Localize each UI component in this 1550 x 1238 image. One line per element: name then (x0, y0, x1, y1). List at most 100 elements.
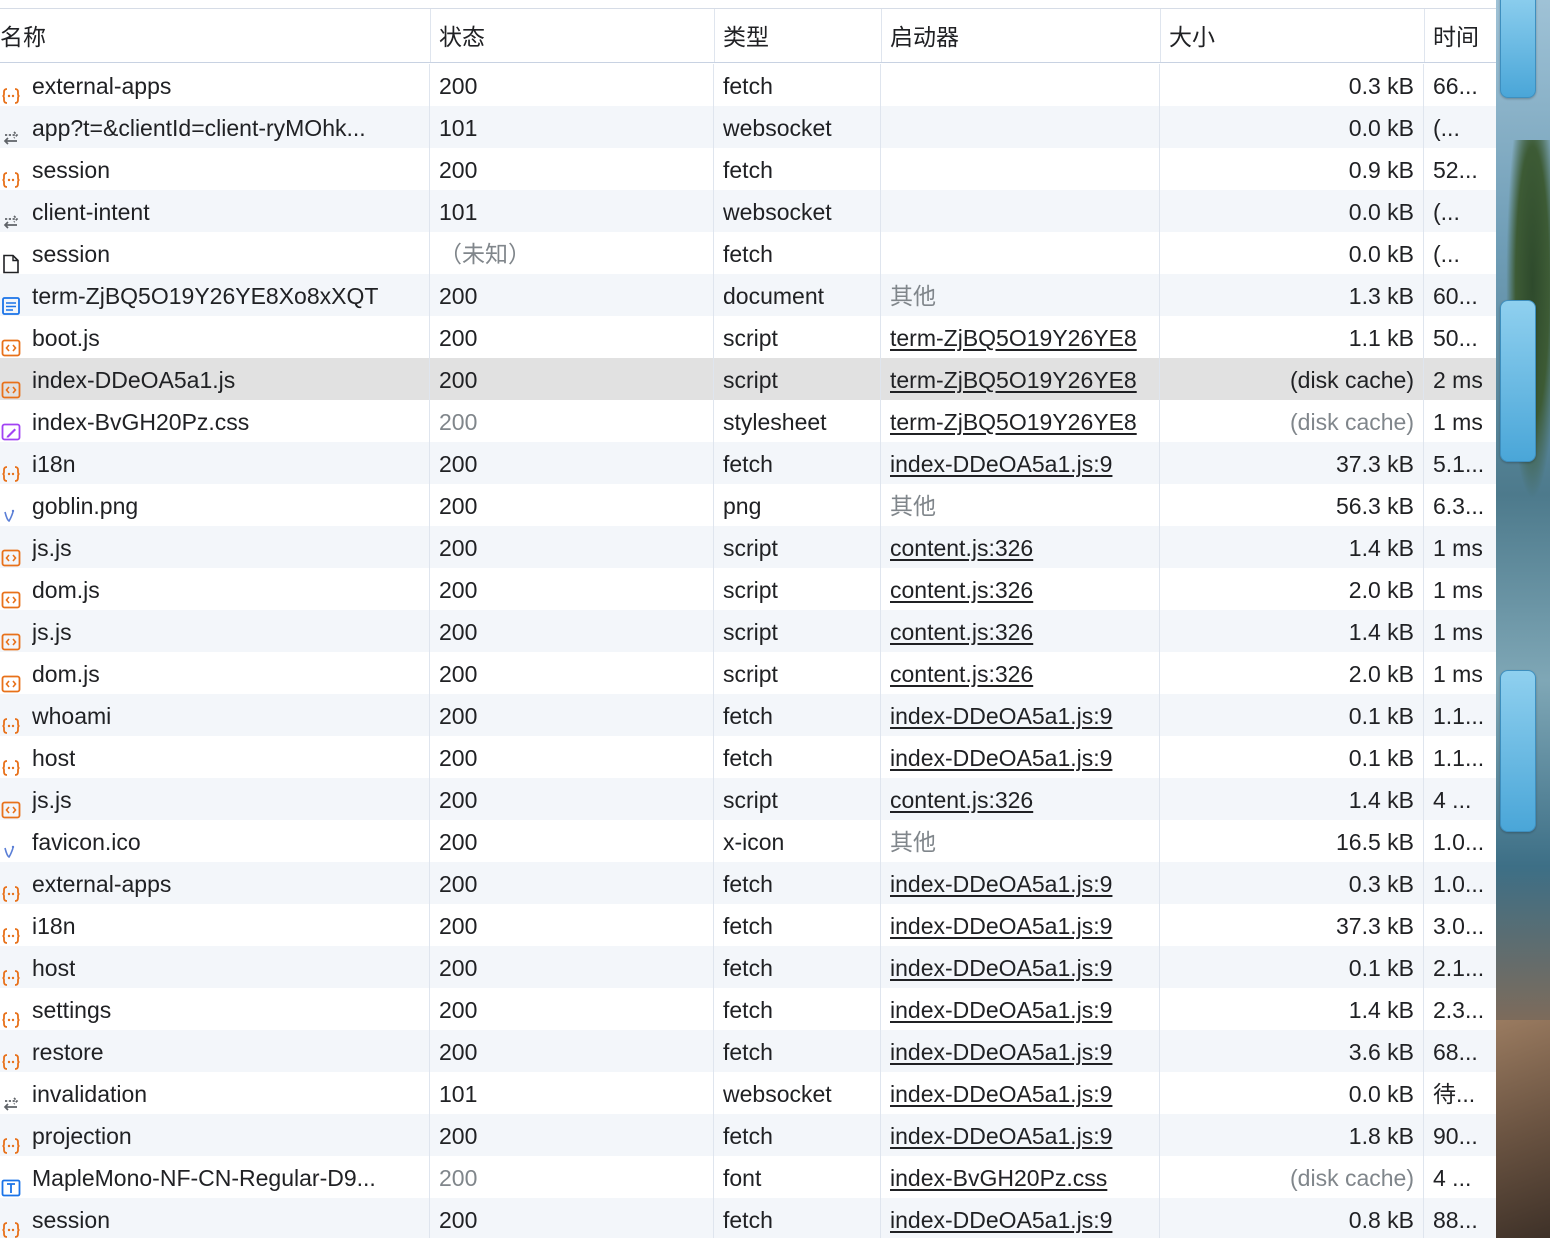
column-header-initiator[interactable]: 启动器 (882, 9, 1161, 62)
table-row[interactable]: dom.js 200 script content.js:326 2.0 kB 1 ms (0, 568, 1496, 610)
table-row[interactable]: invalidation 101 websocket index-DDeOA5a1.j… (0, 1072, 1496, 1114)
cell-name[interactable]: index-DDeOA5a1.js (0, 358, 428, 400)
table-row[interactable]: projection 200 fetch index-DDeOA5a1.js:9 1.8… (0, 1114, 1496, 1156)
cell-name[interactable]: app?t=&clientId=client-ryMOhk... (0, 106, 428, 148)
table-row[interactable]: whoami 200 fetch index-DDeOA5a1.js:9 0.1 kB 1… (0, 694, 1496, 736)
cell-name[interactable]: whoami (0, 694, 428, 736)
initiator-link[interactable]: index-DDeOA5a1.js:9 (890, 1039, 1112, 1065)
table-row[interactable]: external-apps 200 fetch 0.3 kB 66... (0, 64, 1496, 106)
initiator-link[interactable]: index-DDeOA5a1.js:9 (890, 871, 1112, 897)
table-row[interactable]: MapleMono-NF-CN-Regular-D9... 200 font inde… (0, 1156, 1496, 1198)
initiator-link[interactable]: index-DDeOA5a1.js:9 (890, 955, 1112, 981)
cell-name[interactable]: favicon.ico (0, 820, 428, 862)
initiator-link[interactable]: index-DDeOA5a1.js:9 (890, 1081, 1112, 1107)
initiator-link[interactable]: index-DDeOA5a1.js:9 (890, 451, 1112, 477)
table-row[interactable]: restore 200 fetch index-DDeOA5a1.js:9 3.6 kB… (0, 1030, 1496, 1072)
cell-name[interactable]: host (0, 946, 428, 988)
initiator-link[interactable]: content.js:326 (890, 535, 1033, 561)
initiator-link[interactable]: term-ZjBQ5O19Y26YE8 (890, 325, 1137, 351)
initiator-link[interactable]: index-DDeOA5a1.js:9 (890, 997, 1112, 1023)
request-name: client-intent (32, 199, 150, 225)
cell-name[interactable]: dom.js (0, 652, 428, 694)
table-row[interactable]: js.js 200 script content.js:326 1.4 kB 1 ms (0, 610, 1496, 652)
initiator-link[interactable]: term-ZjBQ5O19Y26YE8 (890, 367, 1137, 393)
initiator-link[interactable]: index-BvGH20Pz.css (890, 1165, 1107, 1191)
column-header-status[interactable]: 状态 (431, 9, 715, 62)
table-row[interactable]: session （未知） fetch 0.0 kB (... (0, 232, 1496, 274)
cell-name[interactable]: client-intent (0, 190, 428, 232)
table-row[interactable]: js.js 200 script content.js:326 1.4 kB 4 ... (0, 778, 1496, 820)
table-row[interactable]: goblin.png 200 png 其他 56.3 kB 6.3... (0, 484, 1496, 526)
table-row[interactable]: dom.js 200 script content.js:326 2.0 kB 1 ms (0, 652, 1496, 694)
cell-name[interactable]: settings (0, 988, 428, 1030)
cell-name[interactable]: invalidation (0, 1072, 428, 1114)
table-row[interactable]: external-apps 200 fetch index-DDeOA5a1.js:9… (0, 862, 1496, 904)
desktop-stack-tab[interactable] (1500, 670, 1536, 832)
table-row[interactable]: boot.js 200 script term-ZjBQ5O19Y26YE8 1.1 k… (0, 316, 1496, 358)
request-name: js.js (32, 535, 72, 561)
cell-name[interactable]: MapleMono-NF-CN-Regular-D9... (0, 1156, 428, 1198)
column-divider (1159, 736, 1160, 778)
column-divider (713, 736, 714, 778)
cell-type: fetch (723, 241, 773, 267)
cell-name[interactable]: restore (0, 1030, 428, 1072)
table-row[interactable]: index-DDeOA5a1.js 200 script term-ZjBQ5O19Y… (0, 358, 1496, 400)
cell-name[interactable]: js.js (0, 610, 428, 652)
cell-name[interactable]: session (0, 1198, 428, 1238)
table-row[interactable]: settings 200 fetch index-DDeOA5a1.js:9 1.4 k… (0, 988, 1496, 1030)
cell-name[interactable]: boot.js (0, 316, 428, 358)
cell-name[interactable]: external-apps (0, 862, 428, 904)
desktop-stack-tab[interactable] (1500, 0, 1536, 98)
table-row[interactable]: i18n 200 fetch index-DDeOA5a1.js:9 37.3 kB 5.… (0, 442, 1496, 484)
cell-name[interactable]: index-BvGH20Pz.css (0, 400, 428, 442)
column-header-size[interactable]: 大小 (1161, 9, 1425, 62)
table-row[interactable]: host 200 fetch index-DDeOA5a1.js:9 0.1 kB 1.1… (0, 736, 1496, 778)
table-row[interactable]: i18n 200 fetch index-DDeOA5a1.js:9 37.3 kB 3.… (0, 904, 1496, 946)
column-divider (1423, 190, 1424, 232)
column-header-name[interactable]: 名称 (0, 9, 431, 62)
initiator-link[interactable]: index-DDeOA5a1.js:9 (890, 703, 1112, 729)
cell-name[interactable]: i18n (0, 442, 428, 484)
initiator-link[interactable]: content.js:326 (890, 787, 1033, 813)
initiator-link[interactable]: content.js:326 (890, 577, 1033, 603)
table-row[interactable]: host 200 fetch index-DDeOA5a1.js:9 0.1 kB 2.1… (0, 946, 1496, 988)
initiator-link[interactable]: content.js:326 (890, 619, 1033, 645)
column-header-type[interactable]: 类型 (715, 9, 882, 62)
cell-name[interactable]: host (0, 736, 428, 778)
cell-name[interactable]: js.js (0, 778, 428, 820)
table-row[interactable]: js.js 200 script content.js:326 1.4 kB 1 ms (0, 526, 1496, 568)
cell-name[interactable]: external-apps (0, 64, 428, 106)
cell-name[interactable]: js.js (0, 526, 428, 568)
cell-name[interactable]: session (0, 232, 428, 274)
cell-size: 0.0 kB (1348, 115, 1414, 141)
table-row[interactable]: session 200 fetch index-DDeOA5a1.js:9 0.8 kB… (0, 1198, 1496, 1238)
initiator-link[interactable]: term-ZjBQ5O19Y26YE8 (890, 409, 1137, 435)
cell-size: 0.1 kB (1348, 703, 1414, 729)
request-name: host (32, 745, 76, 771)
cell-name[interactable]: i18n (0, 904, 428, 946)
cell-name[interactable]: goblin.png (0, 484, 428, 526)
initiator-link[interactable]: content.js:326 (890, 661, 1033, 687)
cell-name[interactable]: term-ZjBQ5O19Y26YE8Xo8xXQT (0, 274, 428, 316)
table-row[interactable]: index-BvGH20Pz.css 200 stylesheet term-ZjBQ… (0, 400, 1496, 442)
cell-time: 1.1... (1433, 703, 1485, 729)
cell-name[interactable]: projection (0, 1114, 428, 1156)
table-row[interactable]: favicon.ico 200 x-icon 其他 16.5 kB 1.0... (0, 820, 1496, 862)
initiator-link[interactable]: index-DDeOA5a1.js:9 (890, 1207, 1112, 1233)
fetch-icon (1, 874, 21, 902)
table-row[interactable]: term-ZjBQ5O19Y26YE8Xo8xXQT 200 document 其他 1… (0, 274, 1496, 316)
column-divider (1423, 694, 1424, 736)
table-row[interactable]: client-intent 101 websocket 0.0 kB (... (0, 190, 1496, 232)
column-divider (880, 904, 881, 946)
initiator-link[interactable]: index-DDeOA5a1.js:9 (890, 1123, 1112, 1149)
column-header-time[interactable]: 时间 (1425, 9, 1496, 62)
desktop-stack-tab[interactable] (1500, 300, 1536, 462)
initiator-link[interactable]: index-DDeOA5a1.js:9 (890, 913, 1112, 939)
table-row[interactable]: session 200 fetch 0.9 kB 52... (0, 148, 1496, 190)
column-divider (429, 400, 430, 442)
table-row[interactable]: app?t=&clientId=client-ryMOhk... 101 webso… (0, 106, 1496, 148)
cell-name[interactable]: session (0, 148, 428, 190)
initiator-link[interactable]: index-DDeOA5a1.js:9 (890, 745, 1112, 771)
column-divider (880, 526, 881, 568)
cell-name[interactable]: dom.js (0, 568, 428, 610)
